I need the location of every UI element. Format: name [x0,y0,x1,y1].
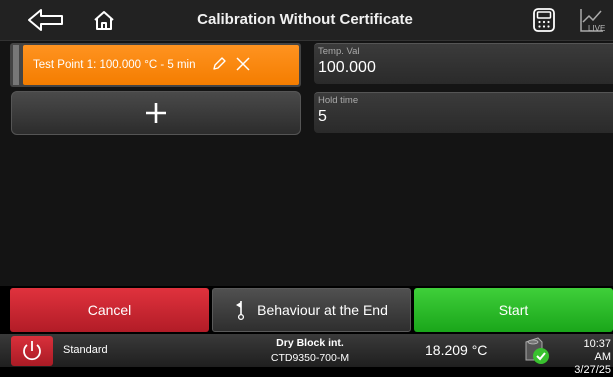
live-chart-button[interactable]: LIVE [570,4,613,36]
pencil-icon [213,57,226,70]
temp-val-label: Temp. Val [318,46,360,57]
hold-time-label: Hold time [318,95,359,106]
page-title: Calibration Without Certificate [197,11,413,28]
add-test-point-button[interactable] [11,91,301,135]
behaviour-label: Behaviour at the End [257,302,388,318]
home-icon [94,11,114,30]
clock-date: 3/27/25 [574,364,611,376]
temperature-readout: 18.209 °C [425,342,488,358]
back-button[interactable] [24,4,68,36]
action-bar: Cancel Behaviour at the End Start [0,287,613,333]
back-arrow-icon [28,9,63,31]
content-area: Test Point 1: 100.000 °C - 5 min Temp. V… [0,41,613,286]
flag-icon [236,301,245,321]
clock: 10:37 AM 3/27/25 [566,338,611,377]
home-button[interactable] [82,4,126,36]
drag-handle[interactable] [13,45,19,85]
behaviour-at-end-button[interactable]: Behaviour at the End [212,288,411,332]
live-label: LIVE [588,24,606,33]
device-name: Dry Block int. [276,337,344,349]
status-bar: Standard Dry Block int. CTD9350-700-M 18… [0,334,613,376]
test-point-card[interactable]: Test Point 1: 100.000 °C - 5 min [23,45,299,85]
test-point-row: Test Point 1: 100.000 °C - 5 min [10,43,301,87]
power-button[interactable] [11,336,53,366]
plus-icon [146,103,166,123]
power-icon [23,341,41,361]
close-icon [236,57,250,71]
temp-val-value: 100.000 [318,59,376,76]
calculator-icon [533,8,555,32]
device-model: CTD9350-700-M [270,352,350,364]
top-bar: Calibration Without Certificate LIVE [0,0,613,41]
start-button[interactable]: Start [414,288,613,332]
edit-test-point-button[interactable] [211,56,227,76]
hold-time-field[interactable]: Hold time 5 [314,92,613,133]
clock-time: 10:37 AM [583,338,611,363]
hold-time-value: 5 [318,108,327,125]
cancel-button[interactable]: Cancel [10,288,209,332]
device-status-icon[interactable] [520,336,554,370]
delete-test-point-button[interactable] [235,56,251,76]
temp-val-field[interactable]: Temp. Val 100.000 [314,43,613,84]
test-point-label: Test Point 1: 100.000 °C - 5 min [33,59,196,71]
calculator-button[interactable] [522,4,566,36]
mode-label: Standard [63,344,108,356]
